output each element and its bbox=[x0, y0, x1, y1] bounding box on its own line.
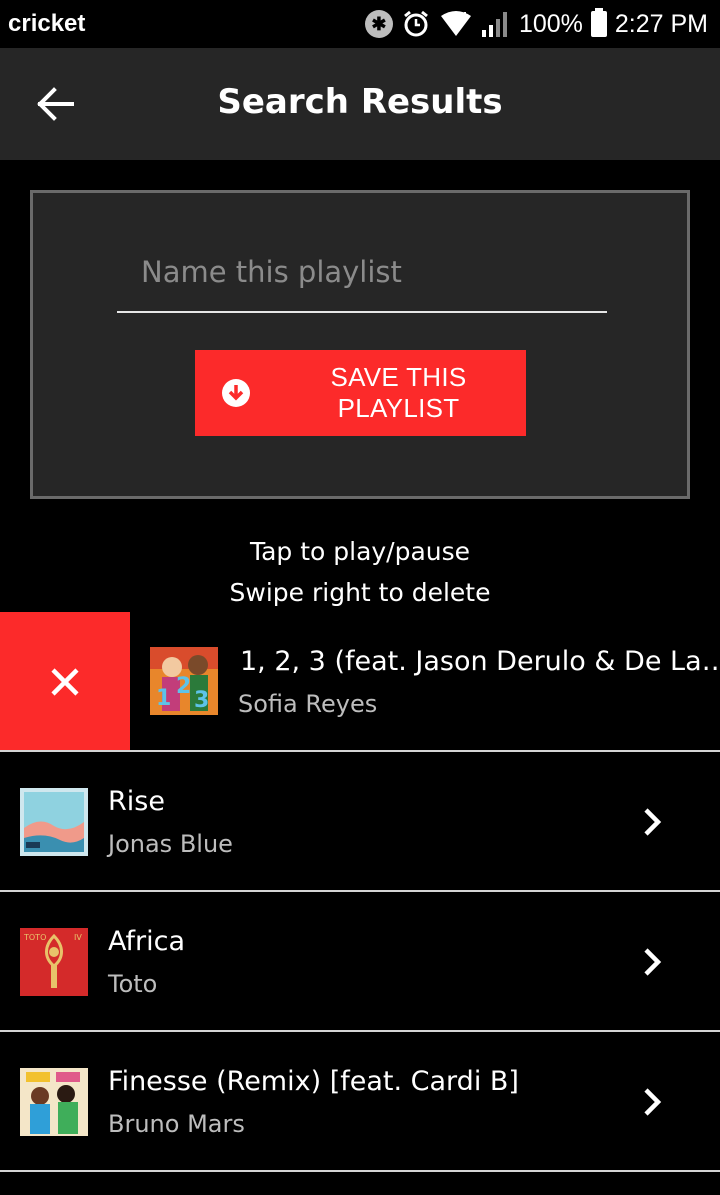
album-art: TOTO IV bbox=[20, 928, 88, 996]
bluetooth-icon: ✱ bbox=[364, 10, 393, 38]
track-artist: Bruno Mars bbox=[108, 1110, 245, 1138]
app-bar: Search Results bbox=[0, 48, 720, 160]
svg-text:TOTO: TOTO bbox=[23, 933, 46, 942]
download-circle-icon bbox=[221, 378, 251, 408]
page-title: Search Results bbox=[217, 82, 503, 122]
track-artist: Sofia Reyes bbox=[238, 690, 378, 718]
wifi-icon bbox=[439, 10, 473, 38]
signal-icon bbox=[481, 10, 511, 38]
battery-icon bbox=[590, 8, 607, 37]
alarm-icon bbox=[401, 9, 431, 39]
track-row[interactable]: 1 2 3 1, 2, 3 (feat. Jason Derulo & De L… bbox=[130, 612, 720, 751]
album-art bbox=[20, 788, 88, 856]
status-icons: ✱ 100% 2:27 PM bbox=[364, 6, 708, 42]
carrier-name: cricket bbox=[8, 10, 86, 37]
close-icon bbox=[51, 667, 79, 696]
album-art: 1 2 3 bbox=[150, 647, 218, 715]
battery-percent: 100% bbox=[518, 9, 583, 38]
track-row[interactable]: Finesse (Remix) [feat. Cardi B] Bruno Ma… bbox=[0, 1032, 720, 1172]
hint-swipe: Swipe right to delete bbox=[229, 578, 491, 607]
track-row[interactable]: TOTO IV Africa Toto bbox=[0, 892, 720, 1032]
chevron-right-icon[interactable] bbox=[638, 802, 668, 842]
save-playlist-label: SAVE THIS PLAYLIST bbox=[330, 362, 467, 423]
track-title: 1, 2, 3 (feat. Jason Derulo & De La… bbox=[240, 646, 720, 677]
save-playlist-panel: SAVE THIS PLAYLIST bbox=[30, 190, 690, 499]
save-playlist-button[interactable]: SAVE THIS PLAYLIST bbox=[195, 350, 526, 436]
track-artist: Jonas Blue bbox=[108, 830, 233, 858]
playlist-name-input[interactable] bbox=[117, 233, 607, 313]
svg-text:2: 2 bbox=[176, 674, 191, 699]
album-art bbox=[20, 1068, 88, 1136]
track-artist: Toto bbox=[108, 970, 158, 998]
track-title: Rise bbox=[108, 786, 165, 817]
track-title: Africa bbox=[108, 926, 186, 957]
track-row[interactable]: Rise Jonas Blue bbox=[0, 752, 720, 892]
clock: 2:27 PM bbox=[614, 9, 708, 38]
delete-track-button[interactable] bbox=[0, 612, 130, 751]
chevron-right-icon[interactable] bbox=[638, 942, 668, 982]
svg-text:1: 1 bbox=[156, 686, 171, 711]
status-bar: cricket ✱ 100% 2:27 PM bbox=[0, 0, 720, 48]
svg-text:3: 3 bbox=[194, 688, 209, 713]
chevron-right-icon[interactable] bbox=[638, 1082, 668, 1122]
hint-tap: Tap to play/pause bbox=[249, 537, 471, 566]
track-title: Finesse (Remix) [feat. Cardi B] bbox=[108, 1066, 519, 1097]
svg-text:IV: IV bbox=[74, 933, 82, 942]
